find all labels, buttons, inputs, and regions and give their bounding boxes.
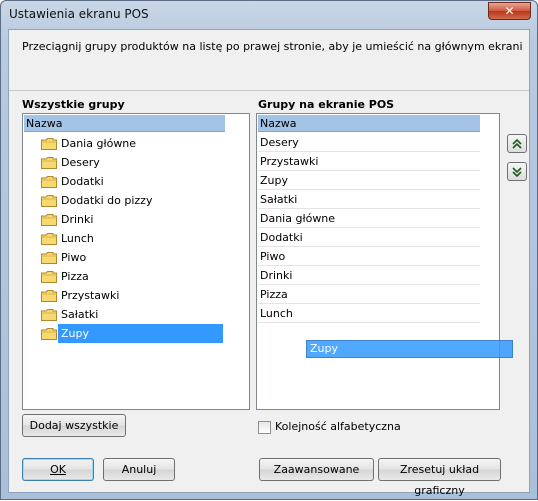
all-groups-label: Wszystkie grupy <box>22 98 125 111</box>
list-item[interactable]: Piwo <box>258 247 480 266</box>
tree-item-label: Zupy <box>58 324 223 343</box>
add-all-button[interactable]: Dodaj wszystkie <box>22 414 126 437</box>
tree-item-label: Drinki <box>61 213 94 226</box>
list-item[interactable]: Przystawki <box>258 152 480 171</box>
list-item[interactable]: Sałatki <box>258 190 480 209</box>
tree-item[interactable]: Piwo <box>39 248 89 267</box>
title-bar[interactable]: Ustawienia ekranu POS ✕ <box>1 1 537 27</box>
tree-item-label: Sałatki <box>61 308 99 321</box>
tree-item[interactable]: Dodatki do pizzy <box>39 191 155 210</box>
folder-icon <box>41 156 57 169</box>
pos-groups-header[interactable]: Nazwa <box>258 115 480 132</box>
folder-icon <box>41 270 57 283</box>
advanced-button[interactable]: Zaawansowane <box>259 458 374 481</box>
alphabetical-label[interactable]: Kolejność alfabetyczna <box>275 420 401 433</box>
all-groups-header[interactable]: Nazwa <box>24 115 225 132</box>
move-up-button[interactable] <box>507 134 527 153</box>
folder-icon <box>41 194 57 207</box>
list-item[interactable]: Dania główne <box>258 209 480 228</box>
window-title: Ustawienia ekranu POS <box>9 7 149 21</box>
folder-icon <box>41 308 57 321</box>
all-groups-tree[interactable]: Nazwa Dania główne Desery Dodatki Dodatki d… <box>22 113 250 410</box>
tree-item-label: Dodatki <box>61 175 104 188</box>
tree-item[interactable]: Przystawki <box>39 286 122 305</box>
double-chevron-down-icon <box>512 167 522 178</box>
list-item[interactable]: Drinki <box>258 266 480 285</box>
list-item[interactable]: Desery <box>258 133 480 152</box>
folder-icon <box>41 251 57 264</box>
ok-label: OK <box>50 463 66 476</box>
dialog-body: Przeciągnij grupy produktów na listę po … <box>8 29 530 497</box>
reset-layout-button[interactable]: Zresetuj układ graficzny <box>378 458 501 497</box>
list-item[interactable]: Pizza <box>258 285 480 304</box>
tree-item-label: Przystawki <box>61 289 120 302</box>
tree-item[interactable]: Sałatki <box>39 305 101 324</box>
tree-item-label: Piwo <box>61 251 87 264</box>
tree-item[interactable]: Desery <box>39 153 103 172</box>
tree-item[interactable]: Drinki <box>39 210 96 229</box>
divider <box>9 90 529 91</box>
tree-item-label: Dania główne <box>61 137 137 150</box>
folder-icon <box>41 327 57 340</box>
tree-item-label: Dodatki do pizzy <box>61 194 153 207</box>
folder-icon <box>41 289 57 302</box>
tree-item[interactable]: Dodatki <box>39 172 107 191</box>
double-chevron-up-icon <box>512 138 522 149</box>
tree-item[interactable]: Zupy <box>39 324 223 343</box>
tree-item[interactable]: Pizza <box>39 267 92 286</box>
alphabetical-checkbox[interactable] <box>258 421 271 434</box>
instruction-text: Przeciągnij grupy produktów na listę po … <box>22 40 522 53</box>
close-button[interactable]: ✕ <box>488 2 531 20</box>
folder-icon <box>41 137 57 150</box>
tree-item-label: Lunch <box>61 232 94 245</box>
folder-icon <box>41 232 57 245</box>
list-item[interactable]: Lunch <box>258 304 480 323</box>
list-item[interactable]: Dodatki <box>258 228 480 247</box>
tree-item[interactable]: Dania główne <box>39 134 139 153</box>
close-icon: ✕ <box>504 4 515 18</box>
ok-button[interactable]: OK <box>22 458 94 481</box>
drag-ghost-item: Zupy <box>306 340 513 358</box>
tree-item[interactable]: Lunch <box>39 229 97 248</box>
list-item[interactable]: Zupy <box>258 171 480 190</box>
tree-item-label: Pizza <box>61 270 89 283</box>
cancel-button[interactable]: Anuluj <box>103 458 175 481</box>
dialog-window: Ustawienia ekranu POS ✕ Przeciągnij grup… <box>0 0 538 500</box>
folder-icon <box>41 213 57 226</box>
tree-item-label: Desery <box>61 156 100 169</box>
pos-groups-label: Grupy na ekranie POS <box>258 98 395 111</box>
move-down-button[interactable] <box>507 162 527 181</box>
folder-icon <box>41 175 57 188</box>
pos-groups-list[interactable]: Nazwa Desery Przystawki Zupy Sałatki Dania g… <box>256 113 500 410</box>
